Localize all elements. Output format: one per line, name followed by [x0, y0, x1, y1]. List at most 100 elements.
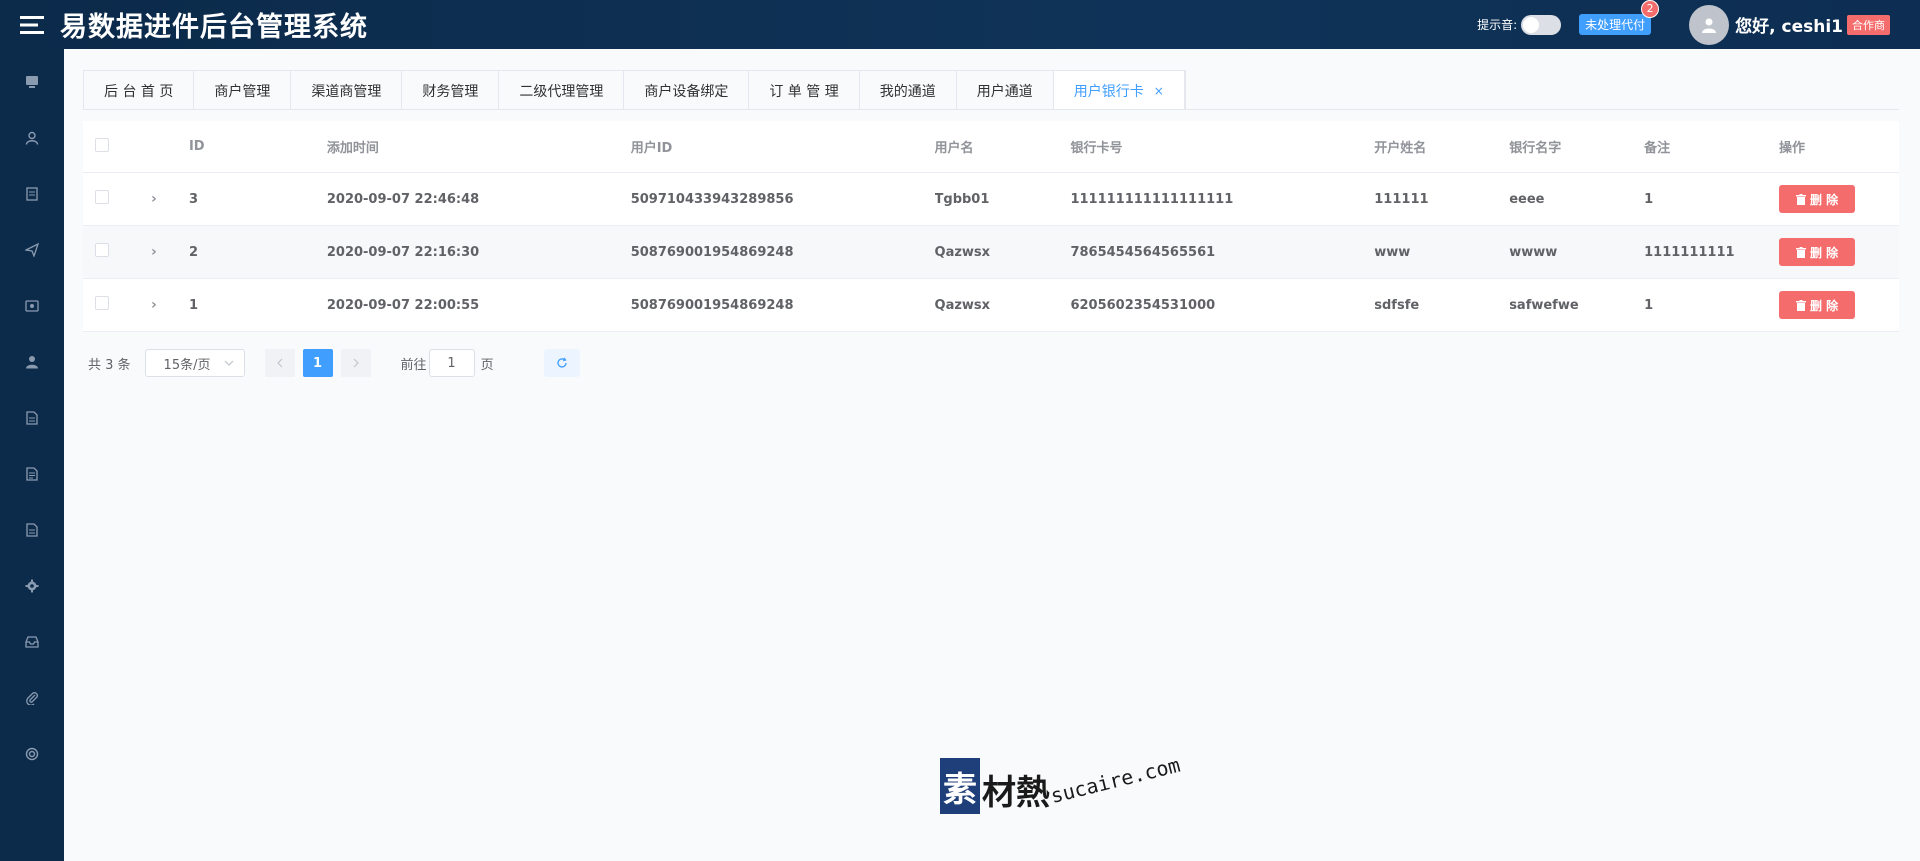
prev-page-button[interactable] [264, 349, 295, 377]
card-icon [25, 300, 39, 312]
close-icon[interactable]: × [1154, 84, 1164, 98]
column-header[interactable]: 用户ID [631, 137, 935, 156]
goto-page: 前往 1 页 [401, 349, 494, 377]
gear-icon [25, 579, 39, 593]
chevron-down-icon [224, 360, 233, 366]
column-header[interactable]: 添加时间 [327, 137, 631, 156]
cell-username: Qazwsx [934, 297, 991, 313]
goto-prefix: 前往 [400, 357, 427, 373]
cell-bank-name: safwefwe [1509, 297, 1579, 313]
cell-user-id: 508769001954869248 [630, 297, 794, 313]
sidebar-item-dashboard[interactable] [0, 54, 64, 110]
sidebar-item-documents[interactable] [0, 166, 64, 222]
chevron-right-icon[interactable]: › [151, 191, 157, 207]
tab-my-channels[interactable]: 我的通道 [860, 71, 957, 110]
avatar[interactable] [1689, 4, 1730, 45]
cell-remark: 1 [1644, 191, 1654, 207]
sidebar-item-attachments[interactable] [0, 670, 64, 726]
sidebar [0, 49, 64, 861]
tabs-divider [83, 109, 1899, 110]
cell-account-holder: 111111 [1374, 191, 1429, 207]
tab-user-bank-cards[interactable]: 用户银行卡 × [1053, 71, 1185, 110]
send-icon [25, 243, 39, 257]
table-row[interactable]: › 1 2020-09-07 22:00:55 5087690019548692… [83, 279, 1899, 332]
inbox-icon [25, 636, 39, 648]
pending-count: 2 [1641, 0, 1660, 18]
refresh-button[interactable] [543, 349, 580, 377]
user-icon [25, 131, 39, 145]
document-icon [26, 187, 38, 201]
cell-card-number: 111111111111111111 [1070, 191, 1234, 207]
cell-time: 2020-09-07 22:16:30 [326, 244, 480, 260]
watermark-mark: 素 [940, 758, 980, 814]
cell-user-id: 508769001954869248 [630, 244, 794, 260]
sidebar-item-send[interactable] [0, 222, 64, 278]
sidebar-item-inbox[interactable] [0, 614, 64, 670]
cell-username: Tgbb01 [934, 191, 990, 207]
column-header[interactable]: 用户名 [935, 137, 1071, 156]
column-header[interactable]: 开户姓名 [1374, 137, 1509, 156]
sidebar-item-reports[interactable] [0, 446, 64, 502]
tab-home[interactable]: 后 台 首 页 [84, 71, 195, 110]
cell-card-number: 6205602354531000 [1070, 297, 1216, 313]
sound-toggle[interactable] [1521, 14, 1562, 35]
delete-button[interactable]: 删 除 [1779, 238, 1856, 266]
select-all-checkbox[interactable] [95, 137, 109, 152]
delete-button[interactable]: 删 除 [1779, 185, 1856, 213]
sound-toggle-label: 提示音: [1477, 18, 1518, 32]
column-header[interactable]: 银行名字 [1509, 137, 1644, 156]
user-greeting[interactable]: 您好, ceshi1 [1735, 12, 1843, 37]
cell-account-holder: www [1374, 244, 1411, 260]
sidebar-item-merchants[interactable] [0, 110, 64, 166]
chevron-right-icon[interactable]: › [151, 244, 157, 260]
column-header[interactable]: 备注 [1644, 137, 1779, 156]
cell-id: 3 [188, 191, 198, 207]
watermark-text: 材熱 [982, 773, 1050, 813]
sidebar-item-users[interactable] [0, 334, 64, 390]
cell-card-number: 7865454564565561 [1070, 244, 1216, 260]
tab-finance-management[interactable]: 财务管理 [402, 71, 500, 110]
sidebar-item-files[interactable] [0, 390, 64, 446]
next-page-button[interactable] [340, 349, 371, 377]
chevron-right-icon[interactable]: › [151, 297, 157, 313]
watermark-logo: 素 材熱 sucaire.com [940, 753, 1186, 814]
refresh-icon [556, 357, 567, 368]
tab-channel-management[interactable]: 渠道商管理 [291, 71, 403, 110]
chevron-left-icon [276, 358, 282, 368]
cell-remark: 1 [1644, 297, 1654, 313]
column-header[interactable]: 银行卡号 [1070, 137, 1374, 156]
watermark-url: sucaire.com [1048, 752, 1183, 808]
sidebar-item-settings[interactable] [0, 558, 64, 614]
bank-card-table: ID 添加时间 用户ID 用户名 银行卡号 开户姓名 银行名字 备注 操作 › … [83, 121, 1899, 332]
page-size-select[interactable]: 15条/页 [144, 349, 245, 377]
column-header[interactable]: ID [189, 139, 327, 154]
goto-suffix: 页 [480, 357, 494, 373]
tab-device-binding[interactable]: 商户设备绑定 [624, 71, 750, 110]
cell-time: 2020-09-07 22:00:55 [326, 297, 480, 313]
row-checkbox[interactable] [95, 243, 109, 257]
page-number[interactable]: 1 [302, 349, 333, 377]
sidebar-item-support[interactable] [0, 726, 64, 782]
table-row[interactable]: › 3 2020-09-07 22:46:48 5097104339432898… [83, 173, 1899, 226]
delete-button[interactable]: 删 除 [1779, 291, 1856, 319]
total-count: 共 3 条 [88, 357, 131, 373]
cell-username: Qazwsx [934, 244, 991, 260]
goto-page-input[interactable]: 1 [428, 349, 475, 377]
table-row[interactable]: › 2 2020-09-07 22:16:30 5087690019548692… [83, 226, 1899, 279]
sidebar-item-cards[interactable] [0, 278, 64, 334]
menu-toggle-icon[interactable] [0, 0, 64, 49]
row-checkbox[interactable] [95, 296, 109, 310]
pending-payout-badge[interactable]: 未处理代付 2 [1579, 0, 1660, 35]
sidebar-item-logs[interactable] [0, 502, 64, 558]
cell-account-holder: sdfsfe [1374, 297, 1420, 313]
row-checkbox[interactable] [95, 190, 109, 204]
top-bar: 易数据进件后台管理系统 提示音: 未处理代付 2 您好, ceshi1 合作商 [0, 0, 1920, 49]
tab-user-channels[interactable]: 用户通道 [957, 71, 1054, 110]
tab-order-management[interactable]: 订 单 管 理 [749, 71, 860, 110]
role-badge: 合作商 [1847, 14, 1890, 35]
tab-merchant-management[interactable]: 商户管理 [194, 71, 292, 110]
trash-icon [1795, 299, 1806, 311]
tab-sub-agent-management[interactable]: 二级代理管理 [499, 71, 625, 110]
file-list-icon [26, 523, 38, 537]
chevron-right-icon [353, 358, 359, 368]
